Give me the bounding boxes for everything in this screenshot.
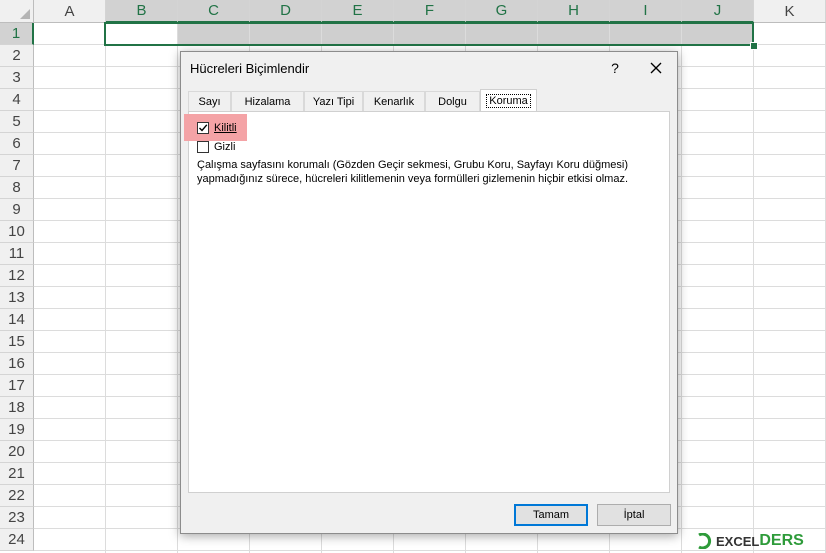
column-header-h[interactable]: H — [538, 0, 610, 23]
selection-border — [104, 22, 754, 46]
column-header-d[interactable]: D — [250, 0, 322, 23]
tab-hizalama[interactable]: Hizalama — [231, 91, 304, 111]
row-header-3[interactable]: 3 — [0, 67, 34, 89]
row-header-7[interactable]: 7 — [0, 155, 34, 177]
row-header-22[interactable]: 22 — [0, 485, 34, 507]
row-header-18[interactable]: 18 — [0, 397, 34, 419]
column-header-f[interactable]: F — [394, 0, 466, 23]
logo-text-part1: EXCEL — [716, 533, 760, 549]
column-header-k[interactable]: K — [754, 0, 826, 23]
row-header-24[interactable]: 24 — [0, 529, 34, 551]
column-header-b[interactable]: B — [106, 0, 178, 23]
logo-text-part2: DERS — [759, 532, 804, 549]
column-header-j[interactable]: J — [682, 0, 754, 23]
hidden-checkbox[interactable] — [197, 141, 209, 153]
gridline-vertical — [105, 23, 106, 553]
row-header-8[interactable]: 8 — [0, 177, 34, 199]
gridline-vertical — [681, 23, 682, 553]
column-header-g[interactable]: G — [466, 0, 538, 23]
row-header-10[interactable]: 10 — [0, 221, 34, 243]
select-all-button[interactable] — [0, 0, 34, 23]
description-line-1: Çalışma sayfasını korumalı (Gözden Geçir… — [197, 159, 628, 171]
row-header-21[interactable]: 21 — [0, 463, 34, 485]
row-header-2[interactable]: 2 — [0, 45, 34, 67]
site-logo: EXCEL DERS — [696, 530, 804, 552]
help-button[interactable]: ? — [605, 58, 625, 78]
row-header-1[interactable]: 1 — [0, 23, 34, 45]
row-header-15[interactable]: 15 — [0, 331, 34, 353]
fill-handle[interactable] — [750, 42, 758, 50]
tab-kenarlik[interactable]: Kenarlık — [363, 91, 425, 111]
row-header-11[interactable]: 11 — [0, 243, 34, 265]
gridline-vertical — [177, 23, 178, 553]
dialog-title: Hücreleri Biçimlendir — [190, 61, 310, 76]
row-header-16[interactable]: 16 — [0, 353, 34, 375]
row-header-9[interactable]: 9 — [0, 199, 34, 221]
gridline-vertical — [753, 23, 754, 553]
close-button[interactable] — [646, 58, 666, 78]
tab-yazi-tipi[interactable]: Yazı Tipi — [304, 91, 363, 111]
close-icon — [650, 62, 662, 74]
column-header-e[interactable]: E — [322, 0, 394, 23]
tab-dolgu[interactable]: Dolgu — [425, 91, 480, 111]
row-header-14[interactable]: 14 — [0, 309, 34, 331]
row-header-17[interactable]: 17 — [0, 375, 34, 397]
checkmark-icon — [199, 124, 208, 132]
row-header-20[interactable]: 20 — [0, 441, 34, 463]
tab-sayi[interactable]: Sayı — [188, 91, 231, 111]
row-header-23[interactable]: 23 — [0, 507, 34, 529]
row-header-6[interactable]: 6 — [0, 133, 34, 155]
locked-checkbox[interactable] — [197, 122, 209, 134]
column-header-a[interactable]: A — [34, 0, 106, 23]
description-line-2: yapmadığınız sürece, hücreleri kilitleme… — [197, 173, 629, 185]
cancel-button[interactable]: İptal — [597, 504, 671, 526]
locked-label[interactable]: Kilitli — [214, 122, 237, 134]
hidden-label[interactable]: Gizli — [214, 141, 235, 153]
logo-icon — [698, 533, 712, 549]
format-cells-dialog: Hücreleri Biçimlendir ? Sayı Hizalama Ya… — [180, 51, 678, 534]
column-header-i[interactable]: I — [610, 0, 682, 23]
ok-button[interactable]: Tamam — [514, 504, 588, 526]
column-header-c[interactable]: C — [178, 0, 250, 23]
tab-koruma[interactable]: Koruma — [480, 89, 537, 112]
row-header-13[interactable]: 13 — [0, 287, 34, 309]
row-header-5[interactable]: 5 — [0, 111, 34, 133]
row-header-4[interactable]: 4 — [0, 89, 34, 111]
protection-description: Çalışma sayfasını korumalı (Gözden Geçir… — [197, 158, 667, 186]
row-header-19[interactable]: 19 — [0, 419, 34, 441]
row-header-12[interactable]: 12 — [0, 265, 34, 287]
